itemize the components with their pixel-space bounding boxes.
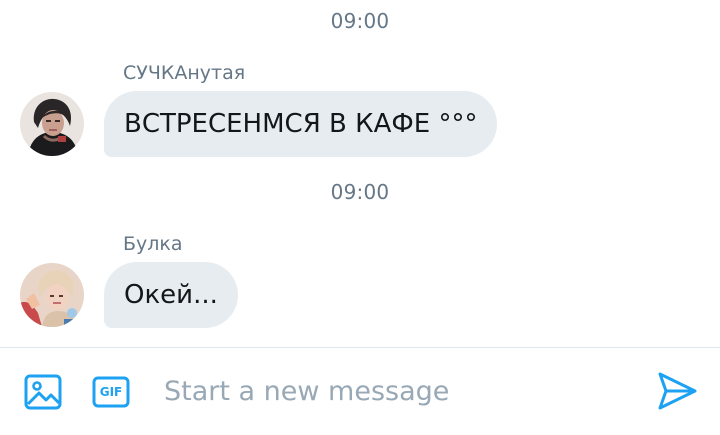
message-timestamp: 09:00 <box>330 9 390 33</box>
gif-button[interactable]: GIF <box>92 373 130 411</box>
message-bubble[interactable]: Окей... <box>104 262 238 328</box>
image-icon[interactable] <box>24 373 62 411</box>
avatar[interactable] <box>20 263 84 327</box>
send-icon[interactable] <box>656 370 698 412</box>
avatar[interactable] <box>20 92 84 156</box>
message-timestamp: 09:00 <box>330 180 390 204</box>
message-bubble[interactable]: ВСТРЕСЕНМСЯ В КАФЕ °°° <box>104 91 498 157</box>
message-thread: 09:00 СУЧКАнутая ВСТРЕСЕНМСЯ В КАФЕ °°° … <box>0 0 720 346</box>
message-composer: GIF <box>0 347 720 435</box>
sender-name: Булка <box>123 233 183 255</box>
message-input[interactable] <box>160 368 638 414</box>
gif-label: GIF <box>99 385 123 399</box>
sender-name: СУЧКАнутая <box>123 62 246 84</box>
